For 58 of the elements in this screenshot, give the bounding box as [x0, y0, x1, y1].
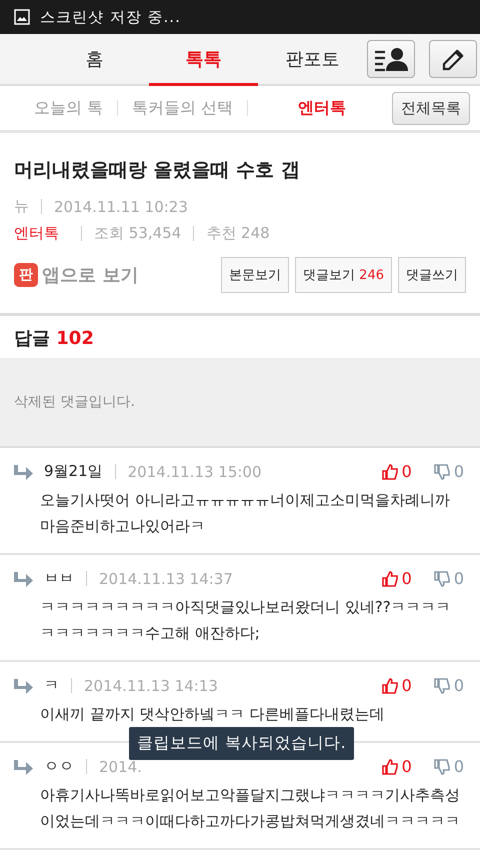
- author-name: 뉴: [14, 197, 29, 216]
- reply-arrow-icon: [12, 464, 34, 480]
- comment-author: ㅋ: [44, 676, 59, 695]
- comment-text: 아휴기사나똑바로읽어보고악플달지그랬냐ㅋㅋㅋㅋ기사추측성이었는데ㅋㅋㅋ이때다하고까다가콩밥쳐먹게생겼네ㅋㅋㅋㅋㅋ: [40, 785, 461, 832]
- profile-list-button[interactable]: [367, 40, 415, 78]
- like-count: 0: [402, 676, 412, 695]
- main-tab[interactable]: 홈: [40, 34, 149, 86]
- dislike-count: 0: [454, 569, 464, 588]
- article-action-button[interactable]: 댓글쓰기: [398, 257, 466, 293]
- recommend-count: 추천 248: [206, 224, 270, 243]
- thumbs-up-icon[interactable]: [382, 570, 398, 586]
- comment-author: ㅇㅇ: [44, 757, 74, 776]
- dislike-count: 0: [454, 757, 464, 776]
- app-logo-icon[interactable]: 판: [14, 263, 38, 287]
- post-date: 2014.11.11 10:23: [54, 198, 188, 216]
- main-tab[interactable]: 판포토: [258, 34, 367, 86]
- dislike-count: 0: [454, 676, 464, 695]
- reply-arrow-icon: [12, 758, 34, 774]
- view-count: 조회 53,454: [94, 224, 182, 243]
- replies-heading: 답글 102: [13, 327, 95, 351]
- article-action-button[interactable]: 댓글보기 246: [295, 257, 392, 293]
- comment-author: ㅂㅂ: [44, 569, 74, 588]
- thumbs-up-icon[interactable]: [382, 464, 398, 480]
- like-count: 0: [402, 569, 412, 588]
- comment-date: 2014.: [99, 758, 142, 776]
- thumbs-up-icon[interactable]: [382, 678, 398, 694]
- thumbs-down-icon[interactable]: [434, 758, 450, 774]
- main-tab[interactable]: 톡톡: [149, 34, 258, 86]
- list-person-icon[interactable]: [374, 46, 408, 72]
- thumbs-up-icon[interactable]: [382, 758, 398, 774]
- notification-text: 스크린샷 저장 중...: [40, 8, 181, 26]
- reply-arrow-icon: [12, 570, 34, 586]
- category-link[interactable]: 엔터톡: [14, 224, 59, 243]
- thumbs-down-icon[interactable]: [434, 570, 450, 586]
- comment-date: 2014.11.13 14:13: [84, 676, 218, 694]
- deleted-notice: 삭제된 댓글입니다.: [14, 393, 135, 411]
- article-title: 머리내렸을때랑 올렸을때 수호 갭: [14, 158, 301, 183]
- article-action-button[interactable]: 본문보기: [221, 257, 290, 293]
- thumbs-down-icon[interactable]: [434, 678, 450, 694]
- comment-text: ㅋㅋㅋㅋㅋㅋㅋㅋㅋ아직댓글있나보러왔더니 있네??ㅋㅋㅋㅋㅋㅋㅋㅋㅋㅋㅋ수고해 애잔하다;: [40, 597, 452, 644]
- reply-arrow-icon: [12, 678, 34, 694]
- edit-button[interactable]: [429, 40, 477, 78]
- toast-message: 클립보드에 복사되었습니다.: [129, 727, 354, 760]
- comment-text: 오늘기사떳어 아니라고ㅠㅠㅠㅠㅠ너이제고소미먹을차례니까 마음준비하고나있어라ㅋ: [40, 490, 451, 537]
- comment-date: 2014.11.13 14:37: [99, 570, 233, 588]
- all-list-button[interactable]: 전체목록: [392, 92, 470, 124]
- like-count: 0: [402, 757, 412, 776]
- sub-tab[interactable]: 오늘의 톡: [20, 98, 118, 118]
- picture-icon: [14, 9, 30, 25]
- comment-date: 2014.11.13 15:00: [128, 462, 262, 480]
- like-count: 0: [402, 462, 412, 481]
- comment-text: 이새끼 끝까지 댓삭안하넼ㅋㅋ 다른베플다내렸는데: [40, 704, 386, 725]
- app-view-link[interactable]: 앱으로 보기: [42, 263, 138, 287]
- sub-tab[interactable]: 톡커들의 선택: [118, 98, 248, 118]
- dislike-count: 0: [454, 462, 464, 481]
- comment-author: 9월21일: [44, 462, 103, 481]
- thumbs-down-icon[interactable]: [434, 464, 450, 480]
- sub-tab[interactable]: 엔터톡: [248, 98, 360, 118]
